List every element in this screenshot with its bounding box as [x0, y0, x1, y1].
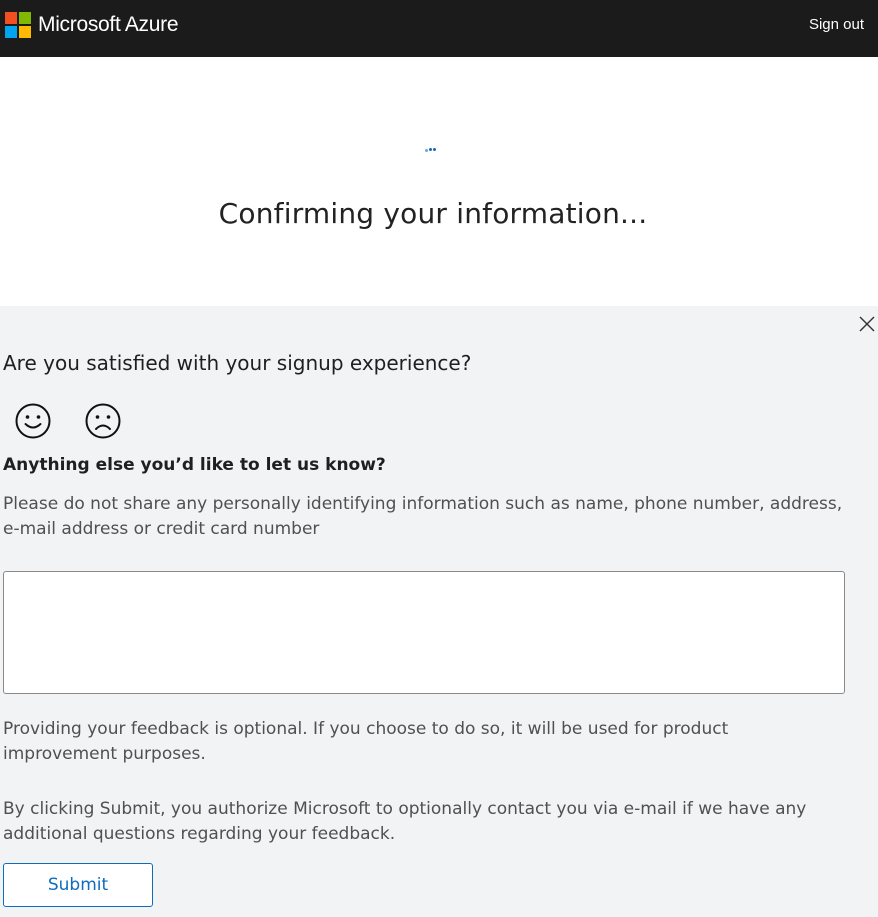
satisfaction-question: Are you satisfied with your signup exper… — [3, 351, 472, 375]
spinner-dot — [429, 148, 432, 151]
close-icon — [859, 316, 875, 332]
optional-note: Providing your feedback is optional. If … — [3, 719, 729, 764]
logo-green-square — [19, 12, 31, 24]
logo-red-square — [5, 12, 17, 24]
feedback-panel: Are you satisfied with your signup exper… — [0, 306, 878, 917]
smiley-happy-icon — [15, 403, 51, 439]
smiley-sad-icon — [85, 403, 121, 439]
submit-button[interactable]: Submit — [3, 863, 153, 907]
spinner-dot — [425, 149, 428, 152]
followup-question: Anything else you’d like to let us know? — [3, 455, 386, 475]
authorize-note: By clicking Submit, you authorize Micros… — [3, 799, 807, 844]
status-title: Confirming your information... — [218, 197, 648, 230]
confirmation-section: Confirming your information... — [0, 57, 878, 306]
loading-spinner-icon — [425, 145, 439, 153]
microsoft-logo-icon — [5, 12, 31, 38]
satisfied-button[interactable] — [14, 402, 52, 440]
dissatisfied-button[interactable] — [84, 402, 122, 440]
close-button[interactable] — [858, 315, 876, 333]
privacy-note: Please do not share any personally ident… — [3, 494, 843, 539]
spinner-dot — [433, 148, 436, 151]
feedback-textarea[interactable] — [3, 571, 845, 694]
logo-yellow-square — [19, 26, 31, 38]
sign-out-link[interactable]: Sign out — [809, 16, 864, 33]
top-bar: Microsoft Azure Sign out — [0, 0, 878, 57]
brand-name: Microsoft Azure — [38, 13, 179, 36]
logo-blue-square — [5, 26, 17, 38]
brand[interactable]: Microsoft Azure — [5, 12, 179, 38]
